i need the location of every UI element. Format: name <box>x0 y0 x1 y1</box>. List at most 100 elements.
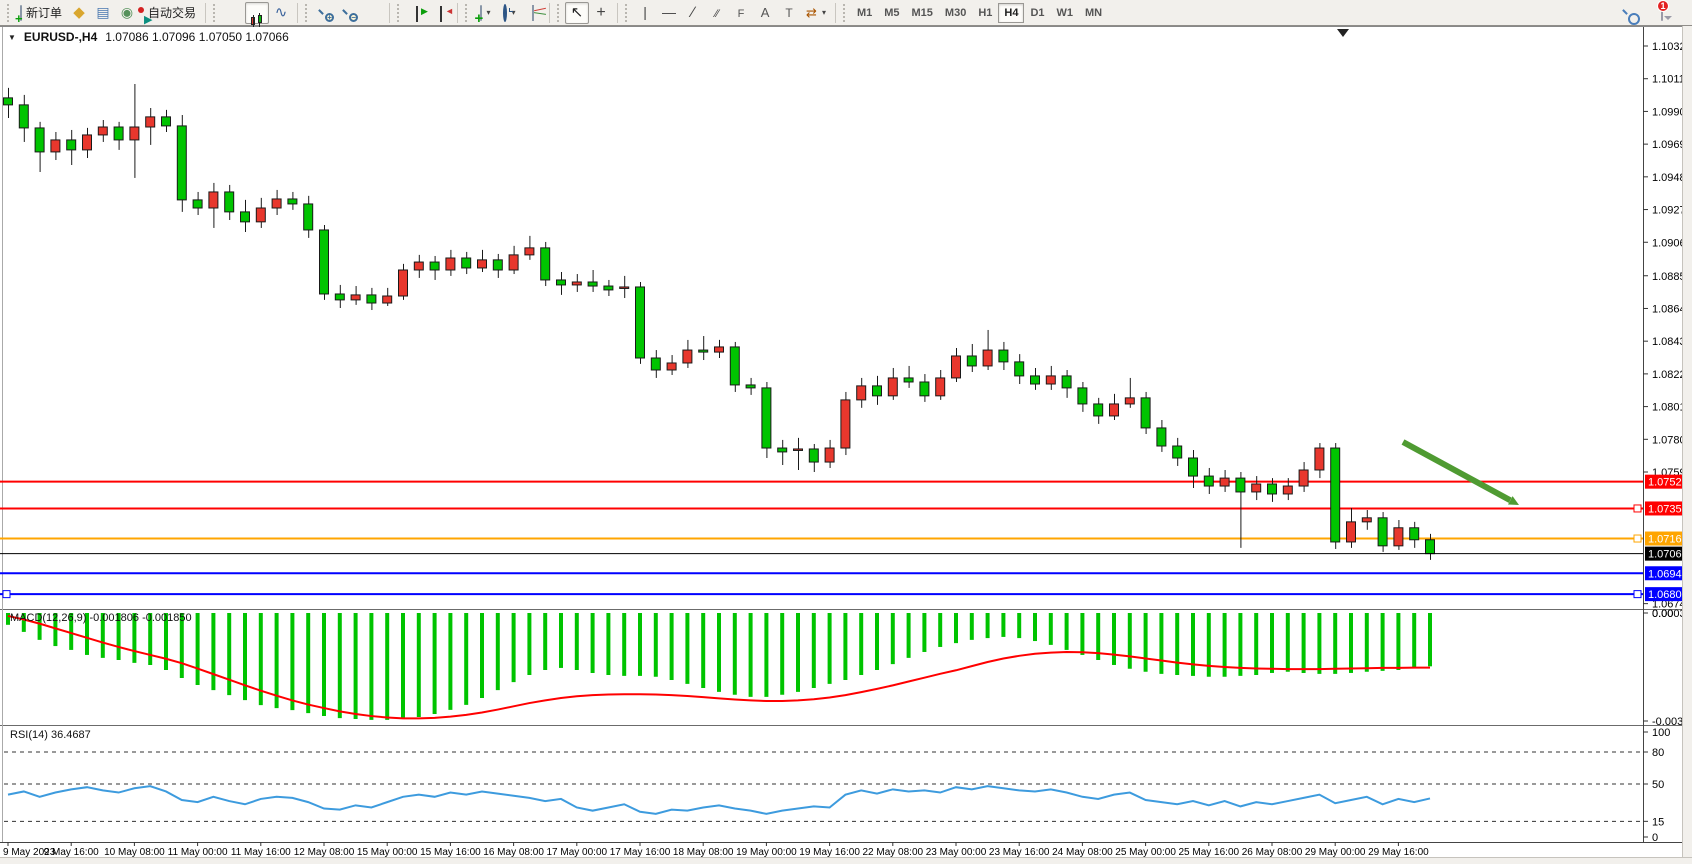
rsi-indicator-label: RSI(14) 36.4687 <box>10 729 91 741</box>
candle <box>967 344 976 372</box>
candle <box>762 382 771 458</box>
zoom-in-button[interactable]: + <box>313 2 337 24</box>
timeframe-h1-button[interactable]: H1 <box>972 3 998 23</box>
candle <box>651 350 660 378</box>
candle <box>1078 382 1087 412</box>
timeframe-m5-button[interactable]: M5 <box>878 3 905 23</box>
candle <box>557 272 566 295</box>
chart-shift-button[interactable]: ◄ <box>429 2 453 24</box>
collapse-triangle-icon[interactable]: ▼ <box>8 33 16 42</box>
candle <box>825 440 834 468</box>
timeframe-m1-button[interactable]: M1 <box>851 3 878 23</box>
templates-button[interactable] <box>521 2 545 24</box>
candle <box>146 108 155 145</box>
alert-bell-button[interactable]: ◆ <box>67 2 91 24</box>
text-label-button[interactable]: T <box>777 2 801 24</box>
candle <box>414 255 423 278</box>
line-handle[interactable] <box>1634 591 1641 598</box>
candle <box>241 200 250 232</box>
candle <box>1157 420 1166 452</box>
crosshair-icon: + <box>596 5 605 21</box>
crosshair-button[interactable]: + <box>589 2 613 24</box>
auto-scroll-button[interactable]: ▶ <box>405 2 429 24</box>
fibonacci-button[interactable]: F <box>729 2 753 24</box>
autotrading-button[interactable]: 自动交易 <box>139 2 201 24</box>
tile-windows-button[interactable] <box>361 2 385 24</box>
chart-shift-marker-icon[interactable] <box>1337 29 1349 37</box>
timeframe-d1-button[interactable]: D1 <box>1024 3 1050 23</box>
clock-icon <box>503 6 507 20</box>
monitor-icon: ▤ <box>96 5 109 20</box>
candle <box>335 285 344 308</box>
chart-window-button[interactable]: ▤ <box>91 2 115 24</box>
autotrading-button-label: 自动交易 <box>148 4 196 21</box>
rsi-axis-label: 15 <box>1652 816 1664 828</box>
candle <box>446 250 455 276</box>
candle <box>1046 366 1055 390</box>
line-handle[interactable] <box>1634 505 1641 512</box>
chevron-down-icon: ▾ <box>822 8 826 17</box>
candle <box>98 120 107 142</box>
candle <box>51 132 60 160</box>
candle <box>462 252 471 274</box>
candle <box>304 196 313 238</box>
line-handle[interactable] <box>1634 535 1641 542</box>
chat-button[interactable]: 1 <box>1650 2 1674 24</box>
text-button[interactable]: A <box>753 2 777 24</box>
cursor-button[interactable]: ↖ <box>565 2 589 24</box>
candle <box>19 95 28 142</box>
horizontal-line-button[interactable]: — <box>657 2 681 24</box>
broadcast-button[interactable]: ◉ <box>115 2 139 24</box>
candlestick-chart-button[interactable] <box>245 2 269 24</box>
candle <box>1031 368 1040 390</box>
chart-canvas[interactable]: 1.103251.101151.099051.096951.094851.092… <box>0 26 1692 864</box>
candle <box>83 128 92 158</box>
horizontal-line-icon: — <box>662 5 676 20</box>
line-handle[interactable] <box>3 591 10 598</box>
candle <box>1299 462 1308 492</box>
candle <box>272 190 281 215</box>
timeframe-w1-button[interactable]: W1 <box>1051 3 1080 23</box>
line-chart-button[interactable]: ∿ <box>269 2 293 24</box>
candle <box>525 236 534 260</box>
window-bottom-strip <box>0 857 1692 864</box>
chart-quote: 1.07086 1.07096 1.07050 1.07066 <box>105 30 289 44</box>
candle <box>588 270 597 292</box>
main-toolbar: +新订单◆▤◉自动交易∿+−▶◄+▾▾↖+|—∕∕∕FAT⇄▾M1M5M15M3… <box>0 0 1692 26</box>
chart-symbol: EURUSD-,H4 <box>24 30 97 44</box>
indicators-plus-icon: + <box>480 6 482 20</box>
timeframe-h4-button[interactable]: H4 <box>998 3 1024 23</box>
timeframe-m15-button[interactable]: M15 <box>906 3 939 23</box>
candle <box>794 438 803 470</box>
zoom-out-button[interactable]: − <box>337 2 361 24</box>
search-button[interactable] <box>1616 2 1640 24</box>
timeframe-mn-button[interactable]: MN <box>1079 3 1108 23</box>
candle <box>67 130 76 165</box>
trendline-button[interactable]: ∕ <box>681 2 705 24</box>
candle <box>999 342 1008 370</box>
candle <box>1204 468 1213 494</box>
indicators-button[interactable]: +▾ <box>473 2 497 24</box>
arrows-button[interactable]: ⇄▾ <box>801 2 831 24</box>
candle <box>177 115 186 212</box>
arrow-annotation[interactable] <box>1403 442 1519 505</box>
channel-button[interactable]: ∕∕ <box>705 2 729 24</box>
trading-platform-window: +新订单◆▤◉自动交易∿+−▶◄+▾▾↖+|—∕∕∕FAT⇄▾M1M5M15M3… <box>0 0 1692 864</box>
periods-button[interactable]: ▾ <box>497 2 521 24</box>
text-label-icon: T <box>785 6 792 20</box>
candle <box>1141 392 1150 434</box>
candle <box>572 274 581 292</box>
candle <box>430 256 439 280</box>
candle <box>367 288 376 310</box>
candle <box>209 183 218 228</box>
macd-axis-label: 0.00 <box>1652 608 1673 620</box>
vertical-line-button[interactable]: | <box>633 2 657 24</box>
new-order-button[interactable]: +新订单 <box>15 2 67 24</box>
timeframe-m30-button[interactable]: M30 <box>939 3 972 23</box>
channel-icon: ∕∕ <box>715 6 719 20</box>
candle <box>541 242 550 286</box>
candle <box>4 88 13 118</box>
candle <box>636 282 645 364</box>
bar-chart-button[interactable] <box>221 2 245 24</box>
candle <box>130 84 139 178</box>
